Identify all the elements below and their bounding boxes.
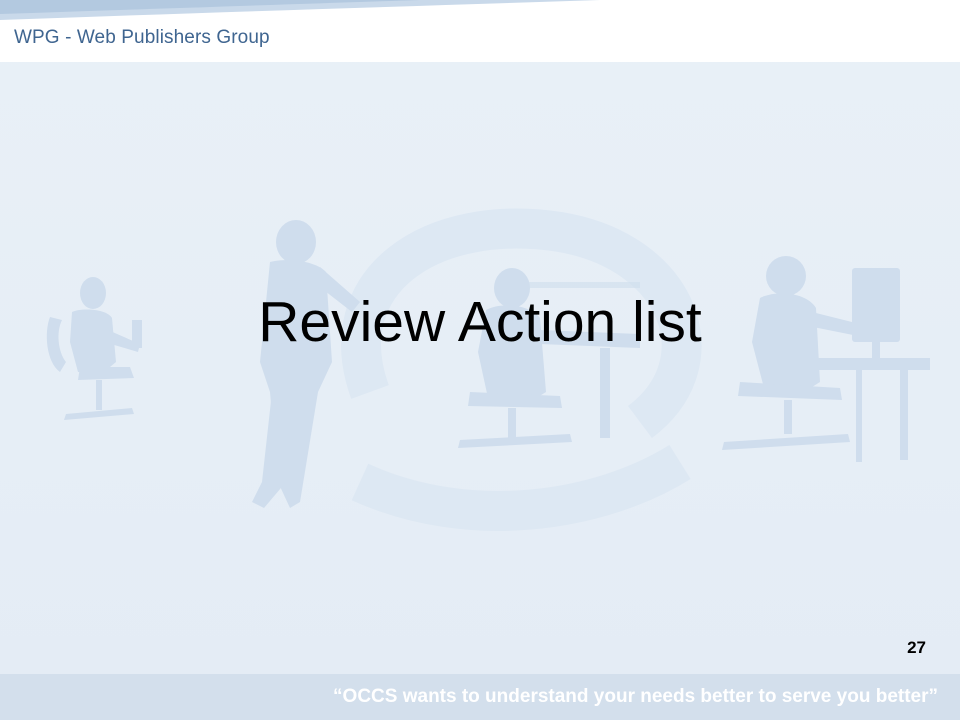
background-office-silhouettes [46,208,930,531]
header-title: WPG - Web Publishers Group [14,27,270,48]
header-bar: WPG - Web Publishers Group [0,0,960,62]
slide-title: Review Action list [258,290,702,354]
page-number: 27 [907,638,926,657]
slide: WPG - Web Publishers Group Review Action… [0,0,960,720]
header-swoosh-decoration [0,0,600,20]
footer-quote: “OCCS wants to understand your needs bet… [333,686,938,707]
